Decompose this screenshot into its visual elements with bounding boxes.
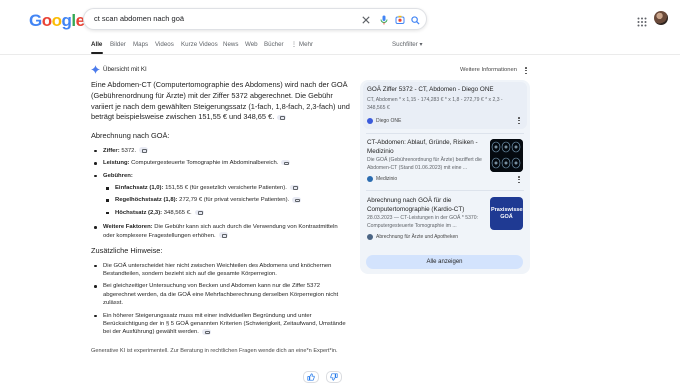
link-icon[interactable] bbox=[292, 197, 302, 203]
logo-letter: o bbox=[41, 11, 52, 30]
item-label: Einfachsatz (1,0): bbox=[115, 185, 164, 191]
disclaimer: Generative KI ist experimentell. Zur Ber… bbox=[91, 348, 338, 354]
item-value: 348,565 €. bbox=[162, 209, 192, 216]
link-icon[interactable] bbox=[139, 147, 149, 153]
search-icon[interactable] bbox=[408, 13, 422, 27]
tab-short-videos[interactable]: Kurze Videos bbox=[181, 41, 218, 48]
source-site: Abrechnung für Ärzte und Apotheken bbox=[367, 234, 458, 240]
thumbs-down-icon bbox=[330, 373, 338, 381]
hints-heading: Zusätzliche Hinweise: bbox=[91, 246, 163, 256]
tabs-divider bbox=[0, 54, 680, 55]
gemini-sparkle-icon bbox=[91, 65, 100, 74]
source-site-name: Diego ONE bbox=[376, 118, 402, 124]
list-item: Weitere Faktoren: Die Gebühr kann sich a… bbox=[91, 223, 351, 240]
source-site: Diego ONE bbox=[367, 118, 401, 124]
list-item: Regelhöchstsatz (1,8): 272,79 € (für pri… bbox=[91, 196, 351, 204]
link-icon[interactable] bbox=[201, 329, 211, 335]
tab-maps[interactable]: Maps bbox=[133, 41, 148, 48]
clear-icon[interactable] bbox=[359, 13, 373, 27]
medizinio-favicon-icon bbox=[367, 176, 373, 182]
ct-scan-thumbnail[interactable] bbox=[490, 139, 523, 172]
avatar[interactable] bbox=[654, 11, 668, 25]
ai-overview-header: Übersicht mit KI bbox=[91, 65, 147, 74]
show-all-button[interactable]: Alle anzeigen bbox=[366, 255, 523, 269]
item-value: 5372. bbox=[119, 147, 137, 154]
item-label: Regelhöchstsatz (1,8): bbox=[115, 197, 178, 204]
link-icon[interactable] bbox=[194, 209, 204, 215]
tools-label: Suchfilter bbox=[392, 41, 418, 48]
thumbs-up-icon bbox=[307, 373, 315, 381]
source-snippet: CT, Abdomen * x 1,15 - 174,283 € * x 1,8… bbox=[367, 97, 503, 111]
tab-images[interactable]: Bilder bbox=[110, 41, 126, 48]
item-value: 272,79 € (für privat versicherte Patient… bbox=[177, 197, 290, 204]
search-box[interactable]: ct scan abdomen nach goä bbox=[83, 8, 427, 30]
tab-books[interactable]: Bücher bbox=[264, 41, 284, 48]
hint-text: Die GOÄ unterscheidet hier nicht zwische… bbox=[103, 262, 332, 278]
hint-text: Ein höherer Steigerungssatz muss mit ein… bbox=[103, 312, 346, 336]
source-divider bbox=[366, 133, 524, 134]
list-item: Ziffer: 5372. bbox=[91, 147, 351, 155]
source-snippet: 28.03.2023 — CT-Leistungen in der GOÄ * … bbox=[367, 215, 479, 229]
intro-text: Eine Abdomen-CT (Computertomographie des… bbox=[91, 80, 350, 122]
thumbs-down-button[interactable] bbox=[326, 371, 342, 383]
tools-button[interactable]: Suchfilter ▾ bbox=[392, 41, 423, 48]
link-icon[interactable] bbox=[289, 184, 299, 191]
list-item: Die GOÄ unterscheidet hier nicht zwische… bbox=[91, 262, 351, 279]
item-label: Gebühren: bbox=[103, 172, 133, 179]
abrechnung-favicon-icon bbox=[367, 234, 373, 240]
source-title[interactable]: Abrechnung nach GOÄ für die Computertomo… bbox=[367, 197, 485, 214]
list-item: Leistung: Computergesteuerte Tomographie… bbox=[91, 159, 351, 167]
thumbnail-caption: Praxiswissen GOÄ bbox=[491, 207, 523, 220]
list-item: Höchstsatz (2,3): 348,565 €. bbox=[91, 209, 351, 217]
item-label: Leistung: bbox=[103, 160, 130, 167]
source-menu-icon[interactable] bbox=[517, 117, 521, 126]
logo-letter: o bbox=[51, 11, 62, 30]
google-logo[interactable]: Google bbox=[29, 11, 85, 31]
list-item: Ein höherer Steigerungssatz muss mit ein… bbox=[91, 312, 351, 337]
tab-web[interactable]: Web bbox=[245, 41, 258, 48]
link-icon[interactable] bbox=[218, 232, 228, 238]
more-info-link[interactable]: Weitere Informationen bbox=[460, 67, 517, 73]
overview-menu-icon[interactable] bbox=[524, 67, 528, 76]
diego-favicon-icon bbox=[367, 118, 373, 124]
billing-heading: Abrechnung nach GOÄ: bbox=[91, 131, 170, 141]
tab-videos[interactable]: Videos bbox=[155, 41, 174, 48]
source-snippet: Die GOÄ (Gebührenordnung für Ärzte) bezi… bbox=[367, 157, 482, 171]
tab-news[interactable]: News bbox=[223, 41, 238, 48]
list-item: Gebühren: bbox=[91, 172, 351, 180]
source-site: Medizinio bbox=[367, 176, 397, 182]
ai-overview-title: Übersicht mit KI bbox=[103, 66, 147, 73]
search-input[interactable]: ct scan abdomen nach goä bbox=[94, 14, 184, 23]
logo-letter: g bbox=[61, 11, 72, 30]
thumbs-up-button[interactable] bbox=[303, 371, 319, 383]
microphone-icon[interactable] bbox=[377, 13, 391, 27]
overview-intro: Eine Abdomen-CT (Computertomographie des… bbox=[91, 80, 351, 123]
item-value: 151,55 € (für gesetzlich versicherte Pat… bbox=[163, 185, 287, 191]
source-title[interactable]: GOÄ Ziffer 5372 - CT, Abdomen - Diego ON… bbox=[367, 86, 517, 95]
link-icon[interactable] bbox=[281, 159, 291, 166]
tab-all[interactable]: Alle bbox=[91, 41, 102, 48]
praxiswissen-thumbnail[interactable]: Praxiswissen GOÄ bbox=[490, 197, 523, 230]
source-title[interactable]: CT-Abdomen: Ablauf, Gründe, Risiken - Me… bbox=[367, 139, 485, 156]
item-value: Computergesteuerte Tomographie im Abdomi… bbox=[129, 160, 279, 167]
hint-text: Bei gleichzeitiger Untersuchung von Beck… bbox=[103, 283, 339, 307]
more-dots-icon: ⋮ bbox=[291, 41, 299, 48]
source-site-name: Medizinio bbox=[376, 176, 398, 182]
source-menu-icon[interactable] bbox=[517, 176, 521, 185]
source-site-name: Abrechnung für Ärzte und Apotheken bbox=[376, 234, 459, 240]
item-label: Ziffer: bbox=[103, 147, 120, 154]
link-icon[interactable] bbox=[277, 114, 287, 121]
list-item: Bei gleichzeitiger Untersuchung von Beck… bbox=[91, 282, 351, 307]
item-label: Weitere Faktoren: bbox=[103, 224, 153, 231]
ai-overview-body: Eine Abdomen-CT (Computertomographie des… bbox=[91, 80, 351, 341]
source-divider bbox=[366, 190, 524, 191]
logo-letter: G bbox=[29, 11, 42, 30]
apps-icon[interactable] bbox=[637, 14, 647, 27]
tab-more[interactable]: ⋮ Mehr bbox=[291, 41, 313, 48]
item-label: Höchstsatz (2,3): bbox=[115, 209, 163, 216]
tab-more-label: Mehr bbox=[298, 41, 314, 48]
chevron-down-icon: ▾ bbox=[417, 41, 423, 48]
lens-icon[interactable] bbox=[393, 13, 407, 27]
list-item: Einfachsatz (1,0): 151,55 € (für gesetzl… bbox=[91, 184, 351, 192]
